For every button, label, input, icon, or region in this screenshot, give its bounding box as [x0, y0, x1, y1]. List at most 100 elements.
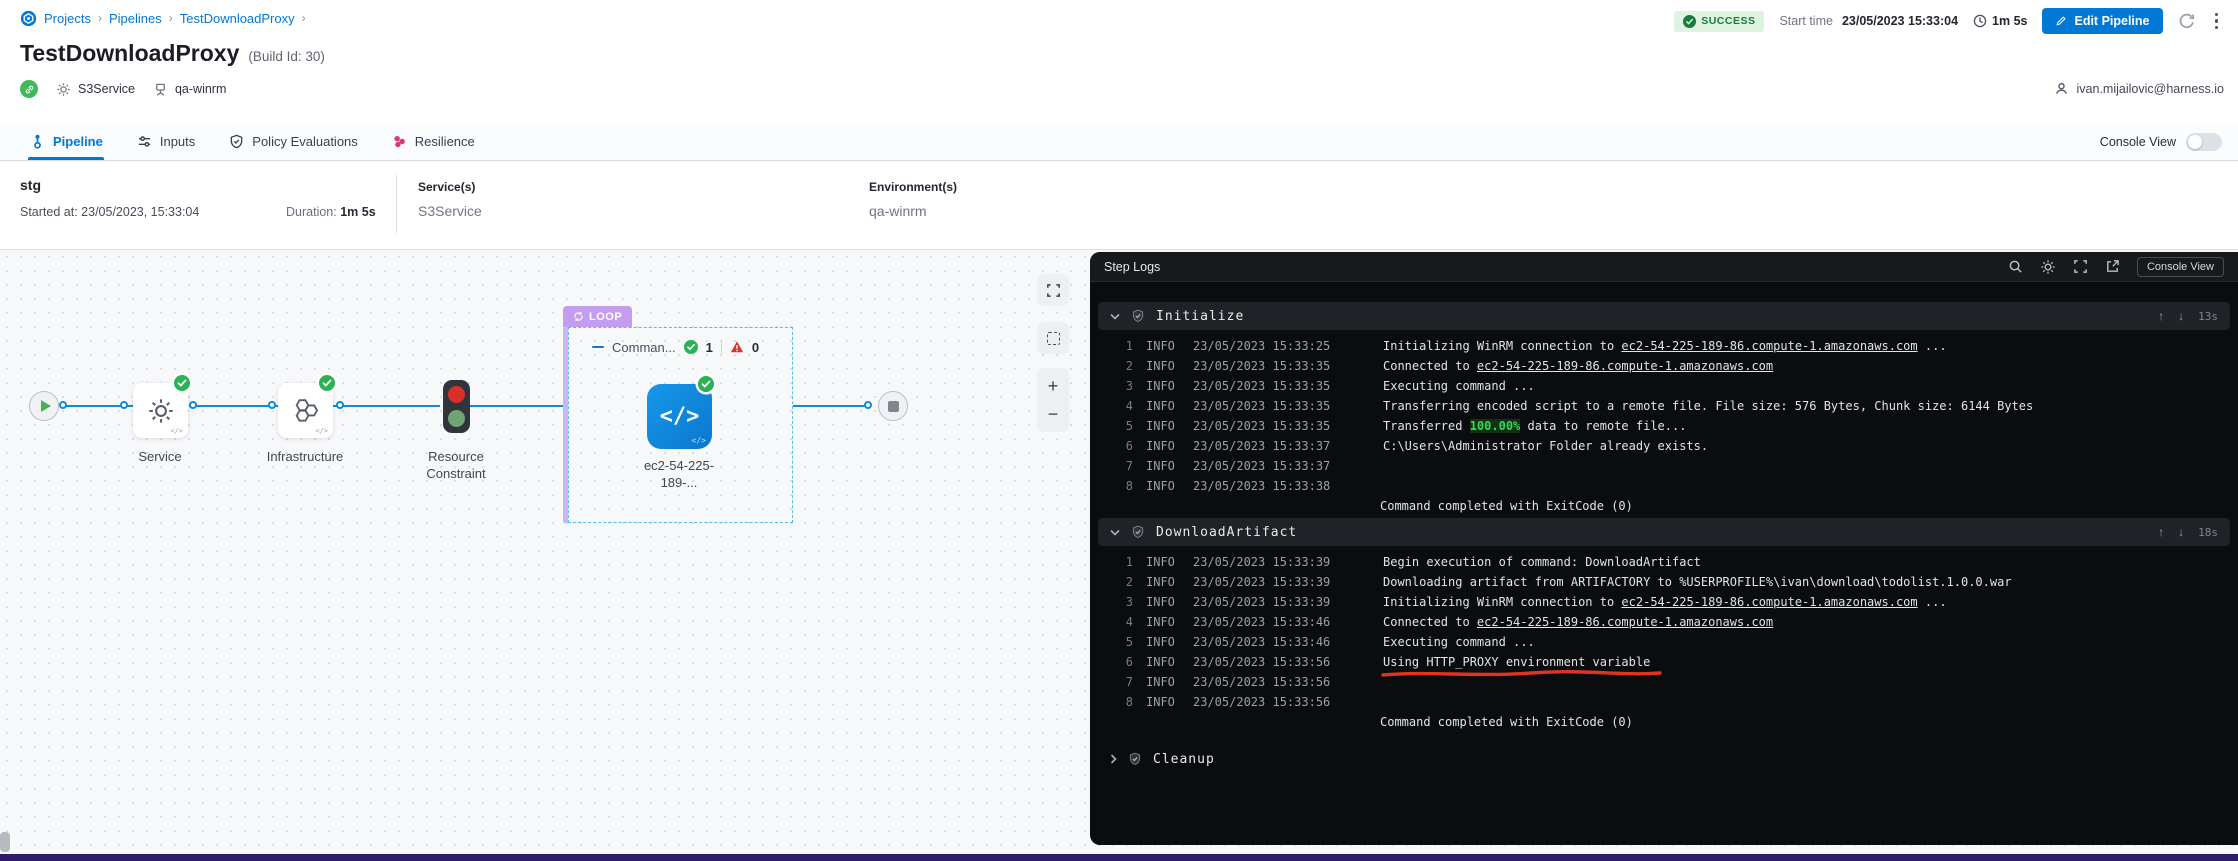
log-line-number: 8: [1090, 479, 1133, 493]
breadcrumb-projects[interactable]: Projects: [44, 11, 91, 26]
section-name: DownloadArtifact: [1156, 525, 1297, 540]
scroll-up-icon[interactable]: ↑: [2158, 525, 2164, 539]
log-line-number: 7: [1090, 459, 1133, 473]
infrastructure-step-node[interactable]: </>: [278, 383, 333, 438]
log-text: Initializing WinRM connection to: [1383, 595, 1621, 609]
log-line: 6INFO23/05/2023 15:33:56Using HTTP_PROXY…: [1090, 652, 2238, 672]
log-timestamp: 23/05/2023 15:33:35: [1193, 359, 1333, 373]
log-text: Executing command ...: [1383, 635, 1535, 649]
tab-resilience[interactable]: Resilience: [392, 134, 475, 149]
log-line: 1INFO23/05/2023 15:33:39Begin execution …: [1090, 552, 2238, 572]
refresh-icon[interactable]: [2178, 12, 2196, 30]
log-level: INFO: [1146, 595, 1176, 609]
log-line-number: 3: [1090, 379, 1133, 393]
scrollbar-thumb[interactable]: [0, 832, 10, 852]
log-line: 6INFO23/05/2023 15:33:37C:\Users\Adminis…: [1090, 436, 2238, 456]
success-check-badge: [174, 375, 190, 391]
log-level: INFO: [1146, 555, 1176, 569]
command-group-row[interactable]: Comman... 1 0: [592, 339, 759, 355]
harness-logo-icon: [20, 10, 37, 27]
service-value: S3Service: [418, 203, 482, 219]
trigger-link-icon: [20, 80, 38, 98]
more-options-icon[interactable]: [2211, 11, 2223, 32]
service-step-node[interactable]: </>: [133, 383, 188, 438]
edit-pipeline-button[interactable]: Edit Pipeline: [2042, 8, 2162, 34]
log-link[interactable]: ec2-54-225-189-86.compute-1.amazonaws.co…: [1621, 339, 1917, 353]
edge-dot: [120, 401, 128, 409]
log-line-number: 5: [1090, 635, 1133, 649]
log-level: INFO: [1146, 459, 1176, 473]
log-message: Connected to ec2-54-225-189-86.compute-1…: [1383, 359, 1773, 373]
log-level: INFO: [1146, 695, 1176, 709]
log-lines: 1INFO23/05/2023 15:33:25Initializing Win…: [1090, 330, 2238, 496]
log-message: Downloading artifact from ARTIFACTORY to…: [1383, 575, 2012, 589]
log-line: 5INFO23/05/2023 15:33:46Executing comman…: [1090, 632, 2238, 652]
chevron-down-icon[interactable]: [1110, 313, 1120, 320]
user-email: ivan.mijailovic@harness.io: [2054, 81, 2224, 96]
end-node: [878, 391, 908, 421]
log-level: INFO: [1146, 359, 1176, 373]
scroll-down-icon[interactable]: ↓: [2178, 525, 2184, 539]
stage-duration: Duration: 1m 5s: [286, 205, 376, 219]
log-level: INFO: [1146, 399, 1176, 413]
log-line: 1INFO23/05/2023 15:33:25Initializing Win…: [1090, 336, 2238, 356]
log-line: 3INFO23/05/2023 15:33:35Executing comman…: [1090, 376, 2238, 396]
zoom-in-button[interactable]: +: [1048, 377, 1059, 395]
log-level: INFO: [1146, 575, 1176, 589]
log-section-header-initialize[interactable]: Initialize↑↓13s: [1098, 302, 2230, 330]
gear-icon: [147, 397, 175, 425]
edge-dot: [336, 401, 344, 409]
tab-inputs[interactable]: Inputs: [137, 134, 195, 149]
log-line-number: 8: [1090, 695, 1133, 709]
log-link[interactable]: ec2-54-225-189-86.compute-1.amazonaws.co…: [1477, 615, 1773, 629]
console-view-button[interactable]: Console View: [2137, 257, 2224, 277]
marquee-select-button[interactable]: [1037, 322, 1069, 354]
log-level: INFO: [1146, 635, 1176, 649]
marquee-icon: [1047, 332, 1060, 345]
console-view-toggle[interactable]: [2186, 133, 2222, 151]
scroll-up-icon[interactable]: ↑: [2158, 309, 2164, 323]
log-message: Initializing WinRM connection to ec2-54-…: [1383, 339, 1947, 353]
log-timestamp: 23/05/2023 15:33:46: [1193, 615, 1333, 629]
stage-name: stg: [20, 177, 41, 193]
collapse-minus-icon[interactable]: [592, 346, 604, 349]
stage-info-bar: stg Started at: 23/05/2023, 15:33:04 Dur…: [0, 162, 2238, 250]
log-timestamp: 23/05/2023 15:33:35: [1193, 399, 1333, 413]
tab-pipeline[interactable]: Pipeline: [30, 134, 103, 149]
log-link[interactable]: ec2-54-225-189-86.compute-1.amazonaws.co…: [1477, 359, 1773, 373]
edge-dot: [268, 401, 276, 409]
edge: [470, 405, 563, 407]
log-timestamp: 23/05/2023 15:33:39: [1193, 595, 1333, 609]
pipeline-icon: [30, 134, 45, 149]
zoom-out-button[interactable]: −: [1048, 405, 1059, 423]
scroll-down-icon[interactable]: ↓: [2178, 309, 2184, 323]
chevron-down-icon[interactable]: [1110, 529, 1120, 536]
start-time-value: 23/05/2023 15:33:04: [1842, 14, 1958, 28]
log-line-number: 2: [1090, 359, 1133, 373]
log-timestamp: 23/05/2023 15:33:38: [1193, 479, 1333, 493]
fit-to-screen-button[interactable]: [1037, 274, 1069, 306]
command-group-label: Comman...: [612, 340, 676, 355]
active-tab-underline: [28, 157, 104, 160]
log-text: Connected to: [1383, 359, 1477, 373]
log-link[interactable]: ec2-54-225-189-86.compute-1.amazonaws.co…: [1621, 595, 1917, 609]
log-fullscreen-icon[interactable]: [2073, 259, 2088, 274]
log-search-icon[interactable]: [2008, 259, 2023, 274]
log-text: Begin execution of command: DownloadArti…: [1383, 555, 1701, 569]
log-timestamp: 23/05/2023 15:33:56: [1193, 655, 1333, 669]
log-section-header-cleanup[interactable]: Cleanup: [1098, 746, 2230, 772]
log-external-link-icon[interactable]: [2105, 259, 2120, 274]
log-section-header-downloadartifact[interactable]: DownloadArtifact↑↓18s: [1098, 518, 2230, 546]
resource-constraint-node[interactable]: [443, 380, 470, 433]
tab-policy-evaluations[interactable]: Policy Evaluations: [229, 134, 358, 149]
log-line: 8INFO23/05/2023 15:33:56: [1090, 692, 2238, 712]
breadcrumb-pipelines[interactable]: Pipelines: [109, 11, 162, 26]
loop-icon: [573, 311, 584, 322]
log-settings-icon[interactable]: [2040, 259, 2056, 275]
breadcrumb-pipeline-name[interactable]: TestDownloadProxy: [180, 11, 295, 26]
step-type-glyph: </>: [315, 427, 328, 435]
chevron-right-icon[interactable]: [1110, 754, 1117, 764]
log-level: INFO: [1146, 615, 1176, 629]
command-step-node[interactable]: </> </>: [647, 384, 712, 449]
log-level: INFO: [1146, 439, 1176, 453]
